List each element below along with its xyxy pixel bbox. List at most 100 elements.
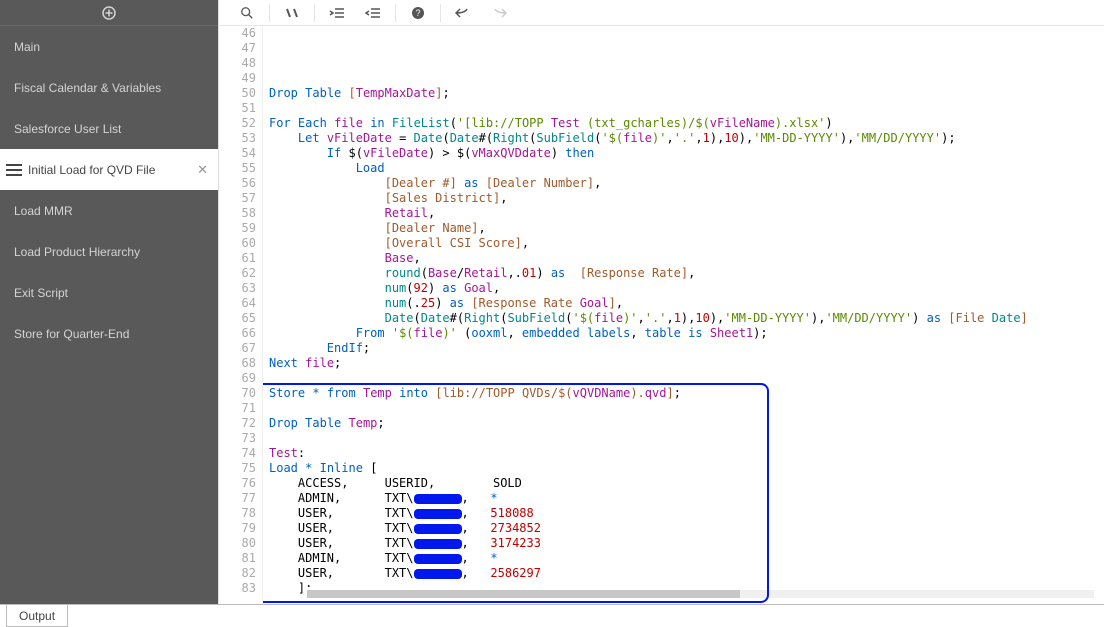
line-number: 72: [219, 416, 256, 431]
line-number: 74: [219, 446, 256, 461]
sidebar-item-label: Exit Script: [14, 286, 68, 300]
line-number: 48: [219, 56, 256, 71]
code-line[interactable]: Let vFileDate = Date(Date#(Right(SubFiel…: [269, 131, 1098, 146]
undo-button[interactable]: [445, 0, 481, 26]
code-line[interactable]: Drop Table [TempMaxDate];: [269, 86, 1098, 101]
sidebar: Main Fiscal Calendar & Variables Salesfo…: [0, 0, 218, 604]
line-number: 61: [219, 251, 256, 266]
code-line[interactable]: If $(vFileDate) > $(vMaxQVDdate) then: [269, 146, 1098, 161]
code-line[interactable]: [269, 401, 1098, 416]
sidebar-item-fiscal[interactable]: Fiscal Calendar & Variables: [0, 67, 218, 108]
code-line[interactable]: num(92) as Goal,: [269, 281, 1098, 296]
sidebar-item-exit-script[interactable]: Exit Script: [0, 272, 218, 313]
main-panel: ? 46474849505152535455565758596061626364…: [218, 0, 1104, 604]
code-line[interactable]: Base,: [269, 251, 1098, 266]
line-number: 67: [219, 341, 256, 356]
comment-toggle-button[interactable]: [274, 0, 310, 26]
scrollbar-thumb[interactable]: [307, 590, 740, 598]
sidebar-item-salesforce[interactable]: Salesforce User List: [0, 108, 218, 149]
sidebar-item-load-product[interactable]: Load Product Hierarchy: [0, 231, 218, 272]
line-number: 49: [219, 71, 256, 86]
line-number: 68: [219, 356, 256, 371]
code-line[interactable]: [269, 101, 1098, 116]
code-line[interactable]: ADMIN, TXT\, *: [269, 491, 1098, 506]
code-line[interactable]: [Overall CSI Score],: [269, 236, 1098, 251]
output-tab[interactable]: Output: [6, 605, 68, 627]
sidebar-item-load-mmr[interactable]: Load MMR: [0, 190, 218, 231]
search-button[interactable]: [229, 0, 265, 26]
code-line[interactable]: For Each file in FileList('[lib://TOPP T…: [269, 116, 1098, 131]
help-button[interactable]: ?: [400, 0, 436, 26]
code-line[interactable]: Test:: [269, 446, 1098, 461]
code-line[interactable]: Next file;: [269, 356, 1098, 371]
code-line[interactable]: num(.25) as [Response Rate Goal],: [269, 296, 1098, 311]
line-number: 47: [219, 41, 256, 56]
comment-icon: [285, 7, 299, 19]
code-line[interactable]: Load: [269, 161, 1098, 176]
output-tab-label: Output: [19, 609, 55, 623]
help-icon: ?: [411, 6, 425, 20]
redo-icon: [491, 7, 507, 19]
line-number: 64: [219, 296, 256, 311]
indent-button[interactable]: [319, 0, 355, 26]
toolbar-separator: [314, 4, 315, 22]
horizontal-scrollbar[interactable]: [307, 590, 1094, 598]
code-line[interactable]: Load * Inline [: [269, 461, 1098, 476]
line-number: 51: [219, 101, 256, 116]
code-line[interactable]: [Sales District],: [269, 191, 1098, 206]
outdent-button[interactable]: [355, 0, 391, 26]
line-number: 78: [219, 506, 256, 521]
toolbar-separator: [395, 4, 396, 22]
code-line[interactable]: From '$(file)' (ooxml, embedded labels, …: [269, 326, 1098, 341]
line-number: 77: [219, 491, 256, 506]
plus-circle-icon: [102, 6, 116, 20]
line-number: 63: [219, 281, 256, 296]
editor-toolbar: ?: [219, 0, 1104, 26]
code-line[interactable]: [269, 71, 1098, 86]
code-line[interactable]: USER, TXT\, 3174233: [269, 536, 1098, 551]
toolbar-separator: [269, 4, 270, 22]
sidebar-item-label: Initial Load for QVD File: [28, 163, 155, 177]
code-line[interactable]: Retail,: [269, 206, 1098, 221]
outdent-icon: [365, 7, 381, 19]
drag-handle-icon[interactable]: [6, 164, 22, 176]
sidebar-item-initial-load[interactable]: Initial Load for QVD File ✕: [0, 149, 218, 190]
code-line[interactable]: ACCESS, USERID, SOLD: [269, 476, 1098, 491]
add-section-button[interactable]: [0, 0, 218, 26]
line-number: 56: [219, 176, 256, 191]
sidebar-item-label: Main: [14, 40, 40, 54]
code-line[interactable]: USER, TXT\, 2586297: [269, 566, 1098, 581]
line-number: 73: [219, 431, 256, 446]
code-line[interactable]: [269, 431, 1098, 446]
toolbar-separator: [440, 4, 441, 22]
line-number: 69: [219, 371, 256, 386]
line-number: 58: [219, 206, 256, 221]
code-line[interactable]: EndIf;: [269, 341, 1098, 356]
line-number: 60: [219, 236, 256, 251]
line-number: 55: [219, 161, 256, 176]
sidebar-item-label: Load MMR: [14, 204, 73, 218]
sidebar-item-store-quarter[interactable]: Store for Quarter-End: [0, 313, 218, 354]
code-line[interactable]: [Dealer #] as [Dealer Number],: [269, 176, 1098, 191]
code-line[interactable]: Drop Table Temp;: [269, 416, 1098, 431]
code-line[interactable]: Store * from Temp into [lib://TOPP QVDs/…: [269, 386, 1098, 401]
line-number: 71: [219, 401, 256, 416]
sidebar-item-label: Salesforce User List: [14, 122, 121, 136]
sidebar-item-label: Fiscal Calendar & Variables: [14, 81, 161, 95]
line-number: 79: [219, 521, 256, 536]
code-line[interactable]: USER, TXT\, 518088: [269, 506, 1098, 521]
svg-text:?: ?: [415, 8, 420, 18]
sidebar-item-main[interactable]: Main: [0, 26, 218, 67]
code-line[interactable]: round(Base/Retail,.01) as [Response Rate…: [269, 266, 1098, 281]
code-line[interactable]: ADMIN, TXT\, *: [269, 551, 1098, 566]
code-line[interactable]: USER, TXT\, 2734852: [269, 521, 1098, 536]
line-number: 81: [219, 551, 256, 566]
line-number: 75: [219, 461, 256, 476]
code-line[interactable]: Date(Date#(Right(SubField('$(file)','.',…: [269, 311, 1098, 326]
search-icon: [240, 6, 254, 20]
code-line[interactable]: [269, 371, 1098, 386]
code-editor[interactable]: Drop Table [TempMaxDate]; For Each file …: [263, 26, 1104, 604]
close-section-icon[interactable]: ✕: [197, 162, 208, 178]
line-number: 70: [219, 386, 256, 401]
code-line[interactable]: [Dealer Name],: [269, 221, 1098, 236]
